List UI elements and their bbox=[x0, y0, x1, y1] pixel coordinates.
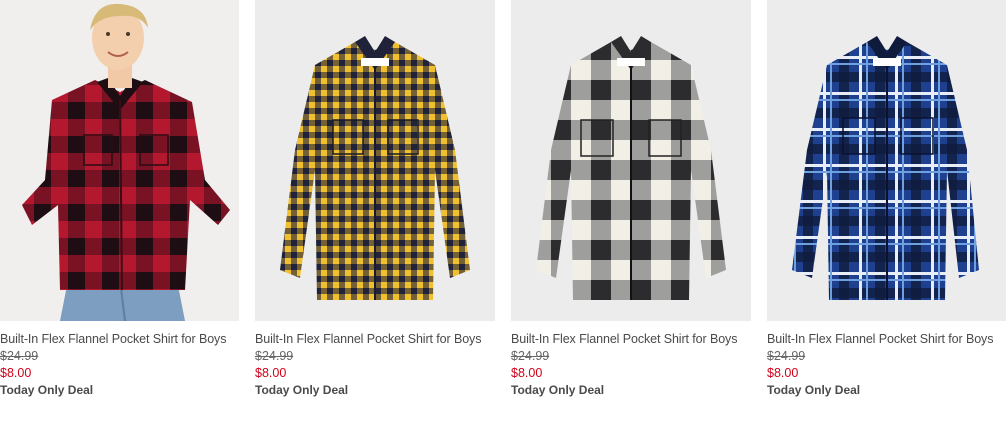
product-name-link[interactable]: Built-In Flex Flannel Pocket Shirt for B… bbox=[511, 331, 751, 348]
shirt-image bbox=[792, 36, 979, 300]
product-name-link[interactable]: Built-In Flex Flannel Pocket Shirt for B… bbox=[767, 331, 1006, 348]
promo-label: Today Only Deal bbox=[767, 383, 861, 397]
shirt-image bbox=[536, 36, 726, 300]
product-info: Built-In Flex Flannel Pocket Shirt for B… bbox=[0, 331, 239, 399]
product-card[interactable]: Built-In Flex Flannel Pocket Shirt for B… bbox=[767, 0, 1006, 397]
original-price: $24.99 bbox=[255, 349, 294, 363]
product-grid: Built-In Flex Flannel Pocket Shirt for B… bbox=[0, 0, 1006, 426]
product-image[interactable] bbox=[255, 0, 495, 321]
sale-price: $8.00 bbox=[511, 366, 543, 380]
promo-label: Today Only Deal bbox=[511, 383, 605, 397]
sale-price: $8.00 bbox=[767, 366, 799, 380]
sale-price: $8.00 bbox=[255, 366, 287, 380]
product-info: Built-In Flex Flannel Pocket Shirt for B… bbox=[767, 331, 1006, 399]
product-name-link[interactable]: Built-In Flex Flannel Pocket Shirt for B… bbox=[0, 331, 239, 348]
product-name-link[interactable]: Built-In Flex Flannel Pocket Shirt for B… bbox=[255, 331, 495, 348]
sale-price: $8.00 bbox=[0, 366, 32, 380]
original-price: $24.99 bbox=[0, 349, 39, 363]
product-card[interactable]: Built-In Flex Flannel Pocket Shirt for B… bbox=[0, 0, 239, 397]
product-image[interactable] bbox=[767, 0, 1006, 321]
promo-label: Today Only Deal bbox=[255, 383, 349, 397]
product-image[interactable] bbox=[0, 0, 239, 321]
product-info: Built-In Flex Flannel Pocket Shirt for B… bbox=[511, 331, 751, 399]
product-card[interactable]: Built-In Flex Flannel Pocket Shirt for B… bbox=[255, 0, 495, 397]
product-info: Built-In Flex Flannel Pocket Shirt for B… bbox=[255, 331, 495, 399]
original-price: $24.99 bbox=[511, 349, 550, 363]
shirt-on-model-image bbox=[22, 3, 230, 321]
shirt-image bbox=[280, 36, 470, 300]
original-price: $24.99 bbox=[767, 349, 806, 363]
promo-label: Today Only Deal bbox=[0, 383, 94, 397]
product-card[interactable]: Built-In Flex Flannel Pocket Shirt for B… bbox=[511, 0, 751, 397]
product-image[interactable] bbox=[511, 0, 751, 321]
